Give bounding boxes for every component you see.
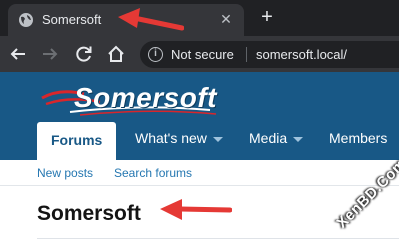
tab-whats-new[interactable]: What's new	[135, 120, 223, 160]
page-title: Somersoft	[37, 202, 141, 225]
logo-text: Somersoft	[74, 82, 217, 113]
browser-tab-strip: Somersoft ✕ +	[0, 0, 399, 36]
tab-forums[interactable]: Forums	[37, 122, 117, 160]
main-nav: Forums What's new Media Members	[0, 120, 399, 160]
tab-label: Forums	[51, 132, 103, 148]
tab-title: Somersoft	[42, 12, 102, 27]
url-text[interactable]: somersoft.local/	[256, 47, 347, 62]
tab-label: What's new	[135, 130, 207, 146]
tab-members[interactable]: Members	[329, 120, 387, 160]
close-icon[interactable]: ✕	[218, 11, 234, 27]
sub-nav: New posts Search forums	[0, 160, 399, 186]
browser-toolbar: i Not secure somersoft.local/	[0, 36, 399, 72]
site-logo[interactable]: Somersoft	[40, 80, 220, 116]
search-forums-link[interactable]: Search forums	[114, 166, 192, 180]
tab-label: Members	[329, 130, 388, 146]
chevron-down-icon[interactable]	[212, 136, 223, 142]
arrow-back-icon[interactable]	[8, 44, 28, 64]
omnibox-divider	[246, 47, 247, 62]
annotation-arrow-title	[160, 199, 232, 220]
tab-media[interactable]: Media	[249, 120, 304, 160]
reload-icon[interactable]	[74, 44, 94, 64]
arrow-forward-icon[interactable]	[40, 44, 60, 64]
address-bar[interactable]: i Not secure somersoft.local/	[140, 41, 399, 68]
content-block-edge	[37, 238, 399, 244]
globe-icon	[19, 13, 33, 27]
chevron-down-icon[interactable]	[293, 136, 304, 142]
site-header: Somersoft	[0, 72, 399, 120]
security-status[interactable]: Not secure	[171, 47, 234, 62]
home-icon[interactable]	[106, 44, 126, 64]
new-tab-icon[interactable]: +	[258, 7, 276, 27]
info-icon[interactable]: i	[148, 47, 163, 62]
new-posts-link[interactable]: New posts	[37, 166, 93, 180]
annotation-arrow-tab	[118, 8, 184, 31]
tab-label: Media	[249, 130, 288, 146]
